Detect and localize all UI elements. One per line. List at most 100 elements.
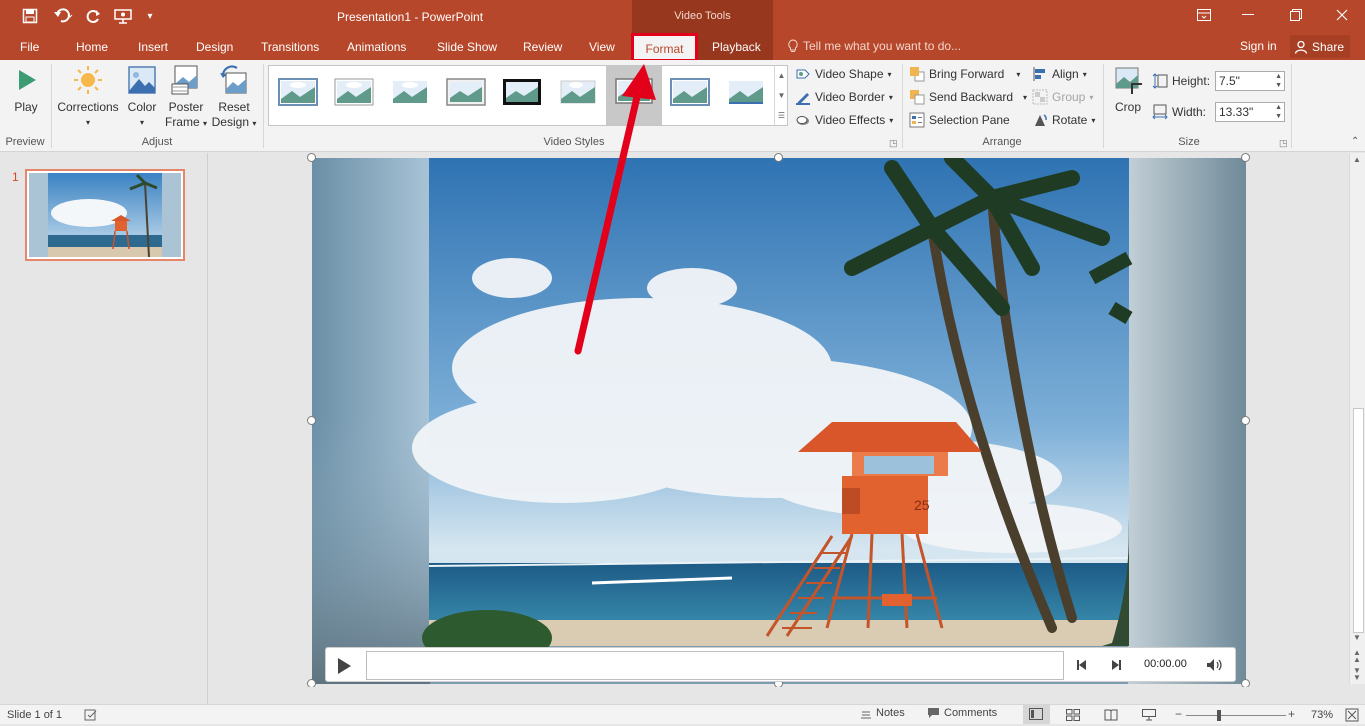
send-backward-button[interactable]: Send Backward ▾ xyxy=(909,87,1027,107)
video-style-thumb[interactable] xyxy=(332,73,376,111)
redo-icon[interactable] xyxy=(84,5,104,27)
corrections-button[interactable]: Corrections ▾ xyxy=(55,64,121,130)
normal-view-icon xyxy=(1029,708,1043,720)
resize-handle-top[interactable] xyxy=(774,153,783,162)
dialog-launcher-icon[interactable]: ◳ xyxy=(889,138,898,149)
rotate-label: Rotate xyxy=(1052,113,1088,127)
video-style-thumb[interactable] xyxy=(668,73,712,111)
start-from-beginning-icon[interactable] xyxy=(112,5,134,27)
tab-animations[interactable]: Animations xyxy=(345,38,408,58)
group-divider xyxy=(1291,64,1292,148)
color-button[interactable]: Color ▾ xyxy=(124,64,160,130)
ribbon-display-options-icon[interactable] xyxy=(1184,4,1224,26)
video-shape-button[interactable]: Video Shape ▾ xyxy=(795,64,892,84)
minimize-icon[interactable] xyxy=(1228,4,1268,26)
save-icon[interactable] xyxy=(20,5,40,27)
gallery-down-icon[interactable]: ▼ xyxy=(778,91,786,100)
zoom-in-icon[interactable]: + xyxy=(1288,707,1295,721)
tab-view[interactable]: View xyxy=(587,38,617,58)
spinner-icon[interactable]: ▲ ▼ xyxy=(1275,72,1282,90)
play-icon[interactable] xyxy=(336,657,352,675)
play-button[interactable]: Play xyxy=(8,64,44,115)
gallery-up-icon[interactable]: ▲ xyxy=(778,71,786,80)
normal-view-button[interactable] xyxy=(1023,705,1050,724)
collapse-ribbon-icon[interactable]: ⌃ xyxy=(1351,136,1359,147)
next-slide-icon[interactable]: ▼ ▼ xyxy=(1353,667,1361,682)
comments-button[interactable]: Comments xyxy=(927,707,997,719)
video-effects-button[interactable]: Video Effects ▾ xyxy=(795,110,893,130)
slide-thumbnail[interactable] xyxy=(25,169,185,261)
width-input[interactable]: 13.33" ▲ ▼ xyxy=(1215,102,1285,122)
video-poster-image[interactable]: 25 xyxy=(312,150,1246,684)
fit-to-window-icon[interactable] xyxy=(1345,708,1359,722)
group-button[interactable]: Group ▾ xyxy=(1032,87,1093,107)
customize-qat-icon[interactable]: ▾ xyxy=(143,5,157,27)
slide-sorter-icon[interactable] xyxy=(1066,709,1080,721)
close-icon[interactable] xyxy=(1322,4,1362,26)
slide-canvas[interactable]: 25 xyxy=(307,150,1250,688)
spinner-icon[interactable]: ▲ ▼ xyxy=(1275,103,1282,121)
bring-forward-button[interactable]: Bring Forward ▾ xyxy=(909,64,1020,84)
vertical-scrollbar[interactable]: ▲ ▼ ▲ ▲ ▼ ▼ xyxy=(1349,153,1365,684)
poster-frame-button[interactable]: Poster Frame ▾ xyxy=(164,64,208,131)
notes-button[interactable]: Notes xyxy=(860,707,905,719)
resize-handle-right[interactable] xyxy=(1241,416,1250,425)
dropdown-arrow-icon: ▾ xyxy=(1023,92,1028,102)
tell-me-search[interactable]: Tell me what you want to do... xyxy=(787,39,961,53)
volume-icon[interactable] xyxy=(1206,658,1224,672)
tell-me-label: Tell me what you want to do... xyxy=(803,39,962,53)
bring-forward-icon xyxy=(910,67,925,82)
restore-icon[interactable] xyxy=(1276,4,1316,26)
share-button[interactable]: Share xyxy=(1290,35,1350,58)
tab-transitions[interactable]: Transitions xyxy=(259,38,321,58)
move-forward-icon[interactable] xyxy=(1110,659,1122,671)
progress-bar[interactable] xyxy=(366,651,1064,680)
reading-view-icon[interactable] xyxy=(1104,709,1118,721)
previous-slide-icon[interactable]: ▲ ▲ xyxy=(1353,649,1361,664)
contextual-group-label: Video Tools xyxy=(674,10,731,22)
tab-home[interactable]: Home xyxy=(74,38,110,58)
dialog-launcher-icon[interactable]: ◳ xyxy=(1279,138,1288,149)
zoom-level[interactable]: 73% xyxy=(1311,709,1333,721)
poster-frame-label-2: Frame ▾ xyxy=(165,115,207,131)
resize-handle-top-left[interactable] xyxy=(307,153,316,162)
scroll-down-icon[interactable]: ▼ xyxy=(1353,633,1361,642)
selection-pane-button[interactable]: Selection Pane xyxy=(909,110,1010,130)
slide-show-icon[interactable] xyxy=(1142,709,1156,721)
gallery-more-icon[interactable]: ☰ xyxy=(778,111,785,120)
tab-design[interactable]: Design xyxy=(194,38,235,58)
reset-design-button[interactable]: Reset Design ▾ xyxy=(210,64,258,131)
video-style-thumb[interactable] xyxy=(444,73,488,111)
tab-file[interactable]: File xyxy=(18,38,41,58)
zoom-out-icon[interactable]: − xyxy=(1175,707,1182,721)
crop-button[interactable]: Crop xyxy=(1110,64,1146,115)
tab-playback[interactable]: Playback xyxy=(710,38,763,58)
notes-icon xyxy=(861,711,871,719)
video-style-thumb[interactable] xyxy=(500,73,544,111)
video-border-button[interactable]: Video Border ▾ xyxy=(795,87,893,107)
scroll-up-icon[interactable]: ▲ xyxy=(1353,155,1361,164)
sign-in-link[interactable]: Sign in xyxy=(1240,39,1277,53)
rotate-button[interactable]: Rotate ▾ xyxy=(1032,110,1095,130)
video-style-thumb[interactable] xyxy=(388,73,432,111)
height-label-group: Height: xyxy=(1152,71,1210,91)
tab-slide-show[interactable]: Slide Show xyxy=(435,38,499,58)
height-input[interactable]: 7.5" ▲ ▼ xyxy=(1215,71,1285,91)
zoom-slider[interactable] xyxy=(1186,715,1286,716)
align-button[interactable]: Align ▾ xyxy=(1032,64,1087,84)
zoom-slider-thumb[interactable] xyxy=(1217,710,1221,721)
reset-label-1: Reset xyxy=(218,100,250,114)
undo-icon[interactable] xyxy=(48,5,78,27)
gallery-scroll[interactable]: ▲ ▼ ☰ xyxy=(774,66,788,125)
resize-handle-top-right[interactable] xyxy=(1241,153,1250,162)
dropdown-arrow-icon: ▾ xyxy=(888,92,893,102)
tab-review[interactable]: Review xyxy=(521,38,564,58)
spell-check-icon[interactable] xyxy=(84,709,98,721)
scrollbar-thumb[interactable] xyxy=(1353,408,1364,633)
resize-handle-left[interactable] xyxy=(307,416,316,425)
slide-thumbnail-pane: 1 xyxy=(0,153,208,704)
video-style-thumb[interactable] xyxy=(276,73,320,111)
tab-insert[interactable]: Insert xyxy=(136,38,170,58)
move-back-icon[interactable] xyxy=(1076,659,1088,671)
video-style-thumb[interactable] xyxy=(724,73,768,111)
